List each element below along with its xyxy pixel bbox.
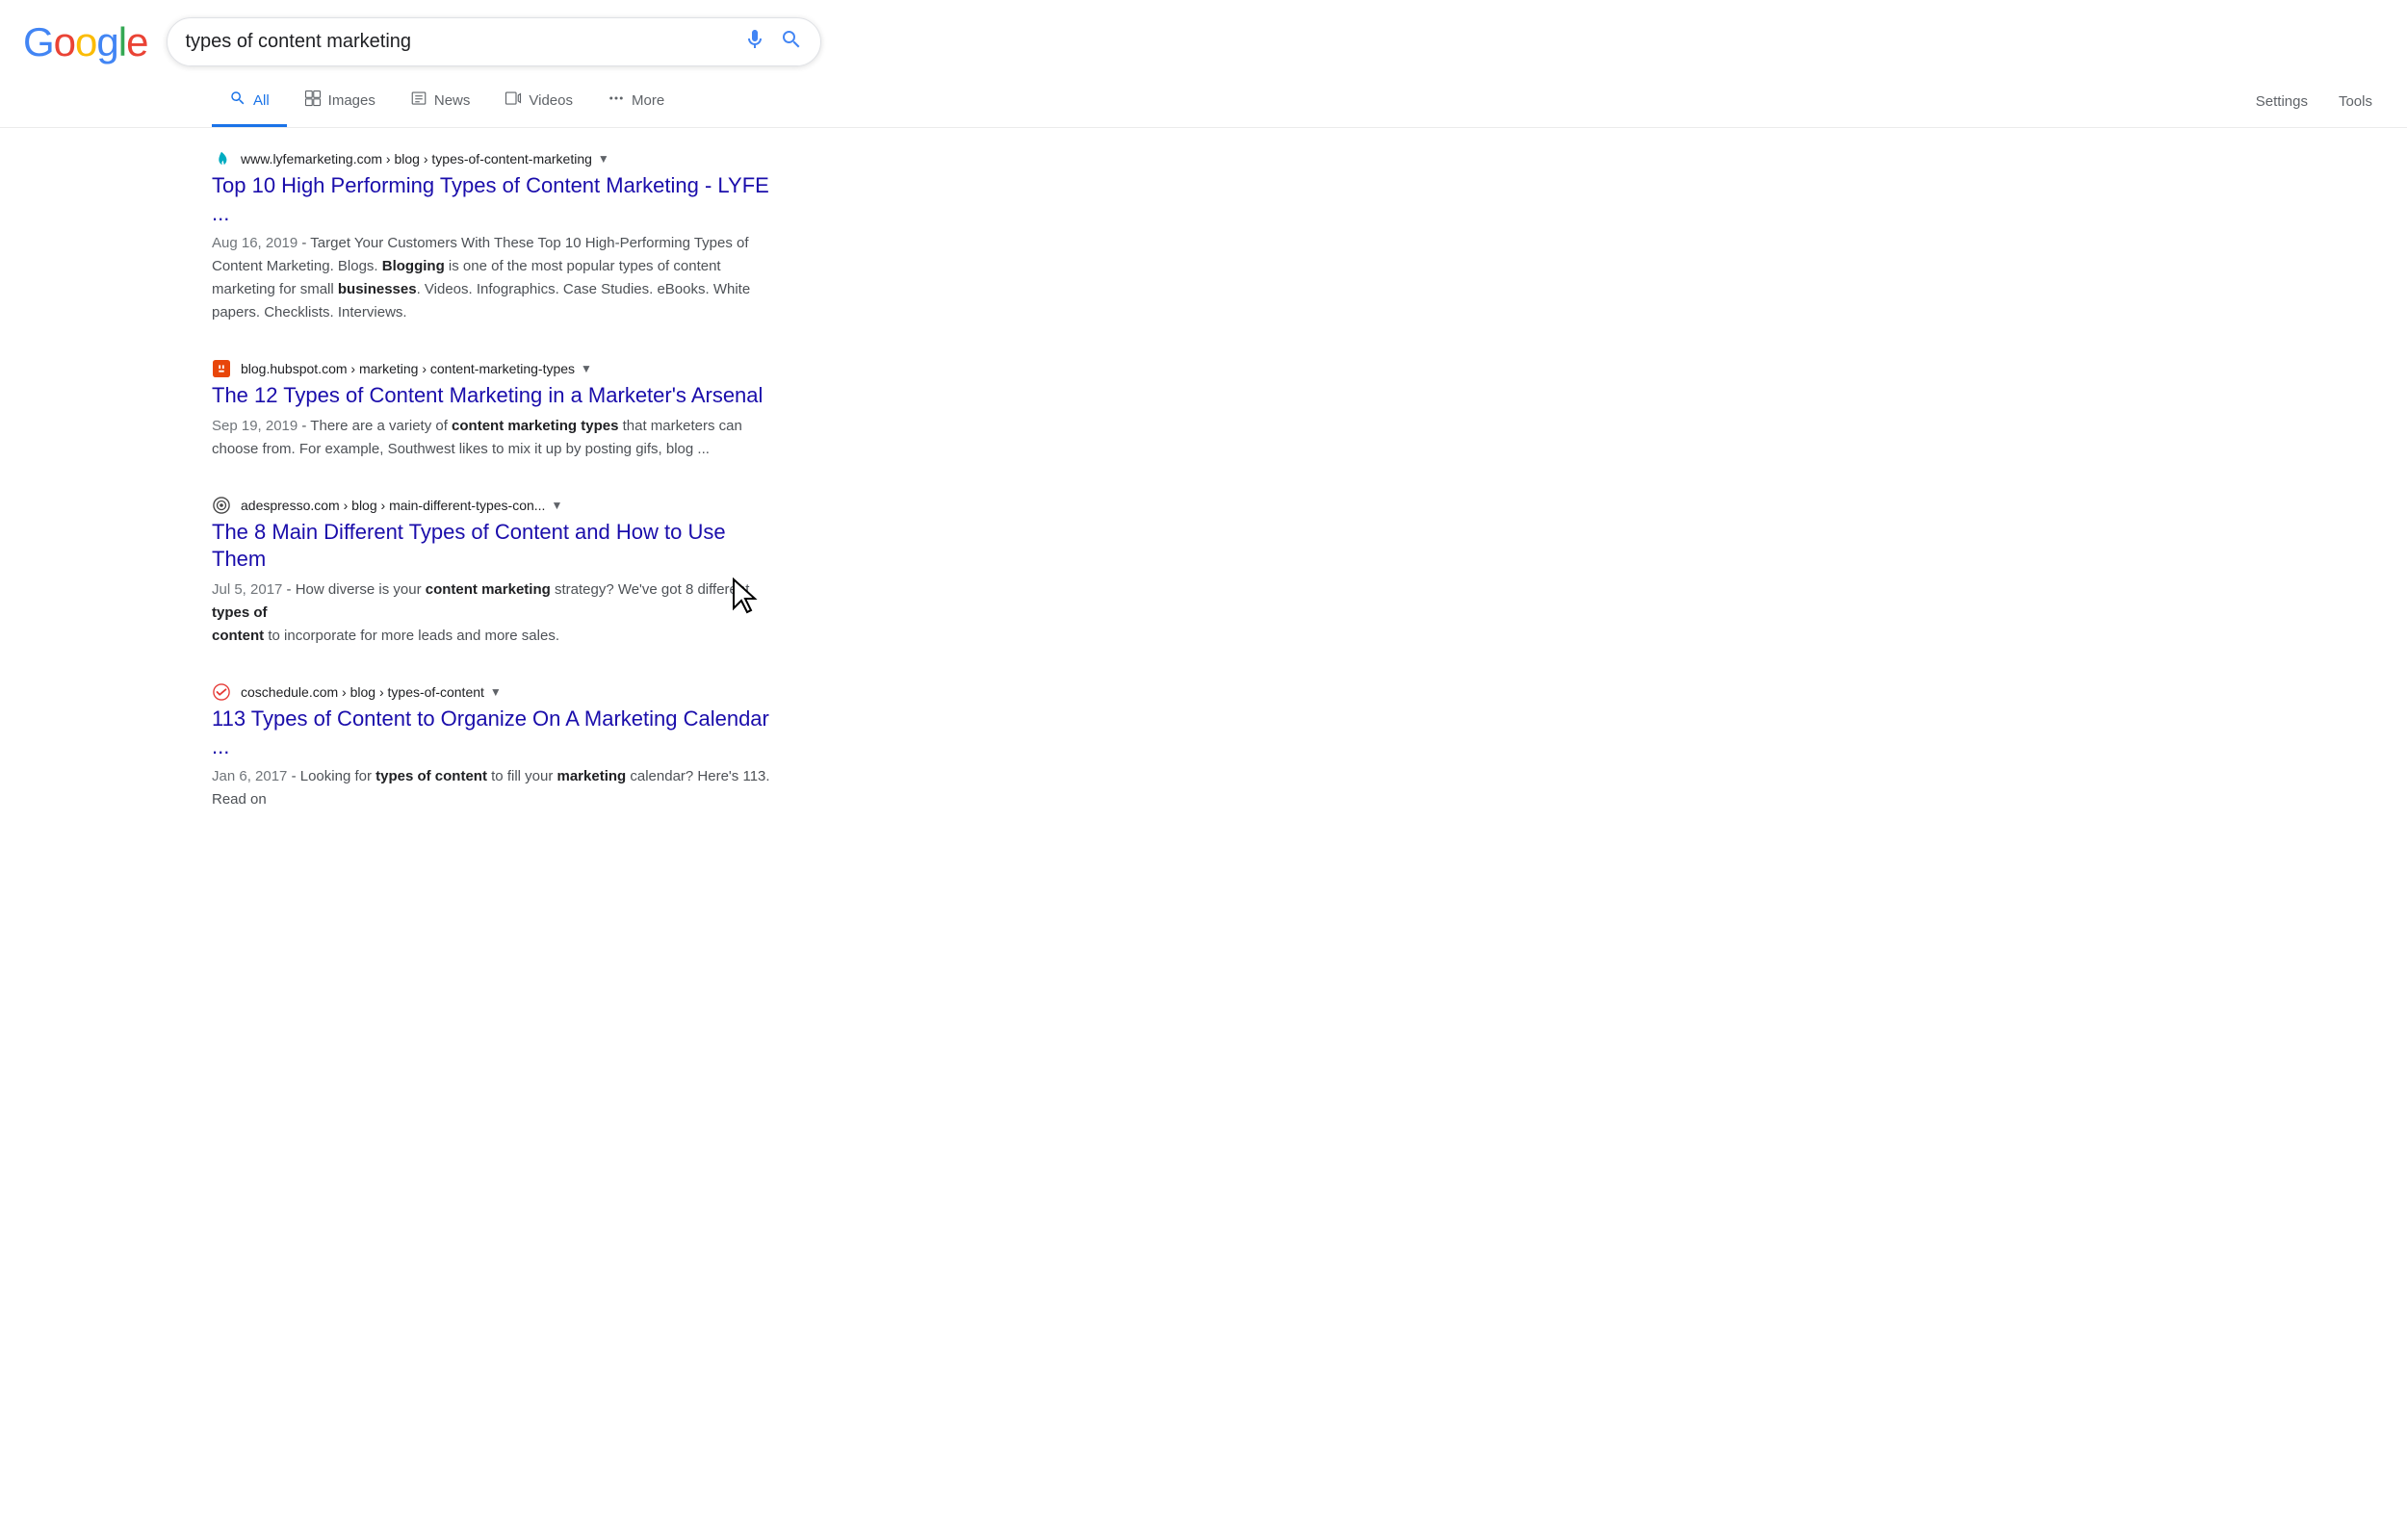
- settings-link[interactable]: Settings: [2240, 80, 2323, 123]
- result-title[interactable]: The 12 Types of Content Marketing in a M…: [212, 382, 770, 410]
- result-snippet: Aug 16, 2019 - Target Your Customers Wit…: [212, 232, 770, 324]
- result-favicon: [212, 149, 231, 168]
- tab-videos-label: Videos: [529, 92, 573, 109]
- result-favicon: [212, 682, 231, 702]
- result-url: coschedule.com › blog › types-of-content…: [241, 684, 502, 700]
- nav-settings: Settings Tools: [2240, 80, 2407, 123]
- tab-all-label: All: [253, 92, 270, 109]
- tab-more[interactable]: More: [590, 76, 682, 127]
- header: Google: [0, 0, 2407, 66]
- result-url: blog.hubspot.com › marketing › content-m…: [241, 361, 592, 376]
- result-title[interactable]: Top 10 High Performing Types of Content …: [212, 172, 770, 227]
- result-url: adespresso.com › blog › main-different-t…: [241, 498, 562, 513]
- tab-all[interactable]: All: [212, 76, 287, 127]
- search-submit-icon[interactable]: [780, 28, 803, 56]
- url-dropdown-arrow[interactable]: ▼: [598, 152, 609, 166]
- result-url-row: www.lyfemarketing.com › blog › types-of-…: [212, 149, 770, 168]
- news-icon: [410, 90, 427, 111]
- tab-news[interactable]: News: [393, 76, 488, 127]
- result-url-row: coschedule.com › blog › types-of-content…: [212, 682, 770, 702]
- result-url-row: adespresso.com › blog › main-different-t…: [212, 496, 770, 515]
- logo-l: l: [118, 19, 126, 65]
- result-snippet: Sep 19, 2019 - There are a variety of co…: [212, 415, 770, 461]
- result-item: adespresso.com › blog › main-different-t…: [212, 496, 770, 648]
- result-item: coschedule.com › blog › types-of-content…: [212, 682, 770, 811]
- videos-icon: [505, 90, 522, 111]
- result-item: blog.hubspot.com › marketing › content-m…: [212, 359, 770, 461]
- result-title[interactable]: The 8 Main Different Types of Content an…: [212, 519, 770, 574]
- more-dots-icon: [608, 90, 625, 111]
- logo-g2: g: [96, 19, 117, 65]
- tab-videos[interactable]: Videos: [487, 76, 590, 127]
- nav-tabs: All Images News: [0, 66, 2407, 128]
- url-dropdown-arrow[interactable]: ▼: [551, 499, 562, 512]
- google-logo[interactable]: Google: [23, 19, 147, 65]
- images-icon: [304, 90, 322, 111]
- tools-link[interactable]: Tools: [2323, 80, 2388, 123]
- result-item: www.lyfemarketing.com › blog › types-of-…: [212, 149, 770, 324]
- logo-o1: o: [54, 19, 75, 65]
- result-url-row: blog.hubspot.com › marketing › content-m…: [212, 359, 770, 378]
- result-favicon: [212, 359, 231, 378]
- tab-images-label: Images: [328, 92, 375, 109]
- result-snippet: Jan 6, 2017 - Looking for types of conte…: [212, 765, 770, 811]
- result-favicon: [212, 496, 231, 515]
- result-url: www.lyfemarketing.com › blog › types-of-…: [241, 151, 609, 167]
- results-area: www.lyfemarketing.com › blog › types-of-…: [0, 128, 770, 811]
- logo-g: G: [23, 19, 54, 65]
- logo-e: e: [126, 19, 147, 65]
- all-search-icon: [229, 90, 246, 111]
- tab-images[interactable]: Images: [287, 76, 393, 127]
- search-icons: [743, 28, 803, 56]
- logo-o2: o: [75, 19, 96, 65]
- tab-more-label: More: [632, 92, 664, 109]
- tab-news-label: News: [434, 92, 471, 109]
- search-bar: [167, 17, 821, 66]
- search-bar-wrapper: [167, 17, 821, 66]
- mic-icon[interactable]: [743, 28, 766, 56]
- result-title[interactable]: 113 Types of Content to Organize On A Ma…: [212, 706, 770, 760]
- url-dropdown-arrow[interactable]: ▼: [490, 685, 502, 699]
- result-snippet: Jul 5, 2017 - How diverse is your conten…: [212, 578, 770, 648]
- url-dropdown-arrow[interactable]: ▼: [581, 362, 592, 375]
- search-input[interactable]: [185, 31, 732, 53]
